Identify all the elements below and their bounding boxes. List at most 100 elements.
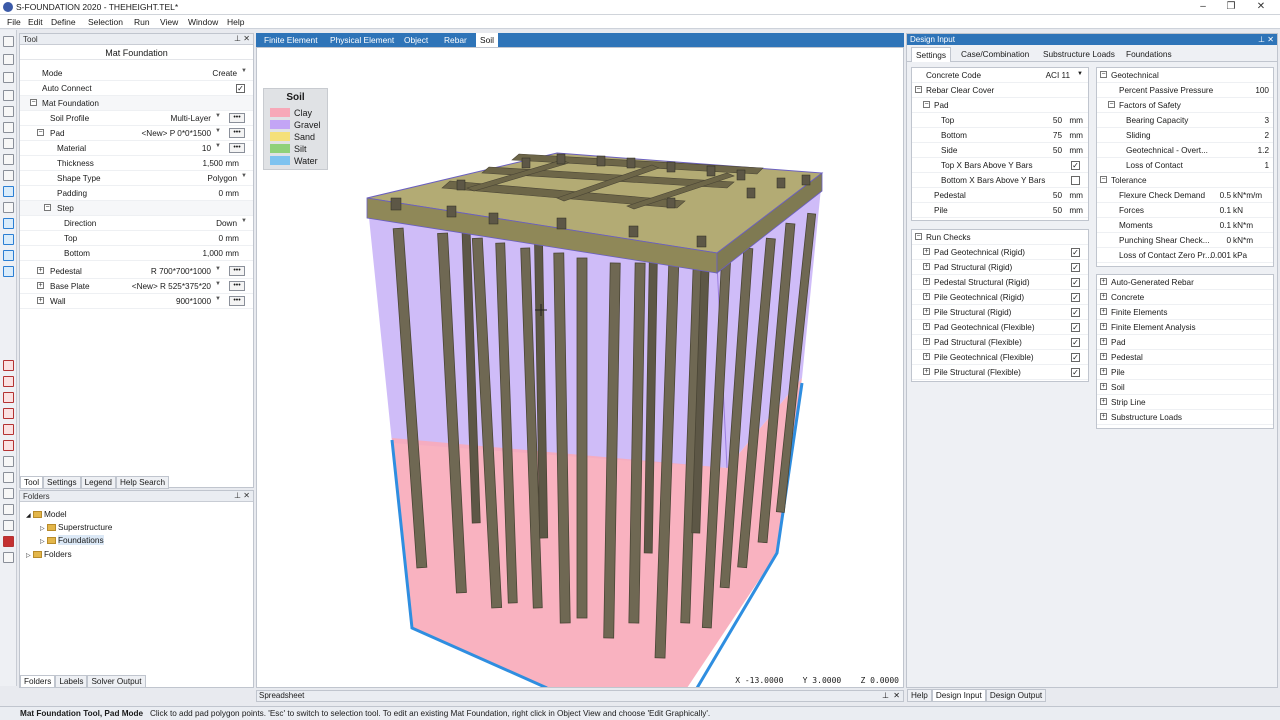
expand-icon[interactable]: + — [923, 323, 930, 330]
slab-icon[interactable] — [3, 138, 14, 149]
expand-triangle-icon[interactable]: ▷ — [26, 553, 31, 559]
water-icon[interactable] — [3, 266, 14, 277]
dropdown-arrow-icon[interactable]: ▼ — [215, 128, 221, 134]
measure-icon[interactable] — [3, 552, 14, 563]
pin-icon[interactable]: ⊥ — [882, 691, 889, 700]
tab-design-output[interactable]: Design Output — [985, 689, 1047, 702]
pan-icon[interactable] — [3, 54, 14, 65]
menu-window[interactable]: Window — [188, 17, 218, 27]
expand-icon[interactable]: + — [1100, 338, 1107, 345]
ellipsis-button[interactable]: ••• — [229, 281, 245, 291]
close-panel-icon[interactable]: ✕ — [893, 691, 900, 700]
group-finite-elements[interactable]: + Finite Elements — [1097, 305, 1273, 320]
group-pedestal[interactable]: + Pedestal — [1097, 350, 1273, 365]
ellipsis-button[interactable]: ••• — [229, 113, 245, 123]
group-strip-line[interactable]: + Strip Line — [1097, 395, 1273, 410]
dropdown-arrow-icon[interactable]: ▼ — [215, 113, 221, 119]
close-icon[interactable]: ✕ — [1254, 1, 1268, 12]
menu-file[interactable]: File — [7, 17, 21, 27]
expand-icon[interactable]: + — [923, 353, 930, 360]
run-check-checkbox[interactable]: ✓ — [1071, 293, 1080, 302]
tab-case-combination[interactable]: Case/Combination — [961, 49, 1029, 59]
iso-view-2-icon[interactable] — [3, 472, 14, 483]
tree-item-foundations[interactable]: ▷ Foundations — [40, 535, 104, 545]
collapse-icon[interactable]: − — [1100, 71, 1107, 78]
iso-view-3-icon[interactable] — [3, 488, 14, 499]
dropdown-arrow-icon[interactable]: ▼ — [241, 68, 247, 74]
run-check-checkbox[interactable]: ✓ — [1071, 278, 1080, 287]
expand-triangle-icon[interactable]: ▷ — [40, 526, 45, 532]
collapse-icon[interactable]: − — [1100, 176, 1107, 183]
view-side-icon[interactable] — [3, 408, 14, 419]
expand-icon[interactable]: + — [1100, 353, 1107, 360]
close-panel-icon[interactable]: ✕ — [243, 491, 250, 500]
minimize-icon[interactable]: – — [1196, 1, 1210, 12]
view-top-icon[interactable] — [3, 376, 14, 387]
beam-icon[interactable] — [3, 122, 14, 133]
collapse-icon[interactable]: − — [44, 204, 51, 211]
run-check-checkbox[interactable]: ✓ — [1071, 338, 1080, 347]
tab-rebar[interactable]: Rebar — [444, 35, 467, 45]
expand-icon[interactable]: + — [923, 338, 930, 345]
auto-connect-checkbox[interactable]: ✓ — [236, 84, 245, 93]
menu-run[interactable]: Run — [134, 17, 150, 27]
menu-define[interactable]: Define — [51, 17, 76, 27]
expand-icon[interactable]: + — [923, 368, 930, 375]
tab-object[interactable]: Object — [404, 35, 428, 45]
collapse-icon[interactable]: − — [923, 101, 930, 108]
wall-icon[interactable] — [3, 106, 14, 117]
dropdown-arrow-icon[interactable]: ▼ — [215, 143, 221, 149]
stop-icon[interactable] — [3, 536, 14, 547]
tab-folders[interactable]: Folders — [20, 675, 56, 688]
ellipsis-button[interactable]: ••• — [229, 128, 245, 138]
top-x-bars-checkbox[interactable]: ✓ — [1071, 161, 1080, 170]
expand-icon[interactable]: + — [1100, 308, 1107, 315]
dropdown-arrow-icon[interactable]: ▼ — [1077, 71, 1083, 77]
group-concrete[interactable]: + Concrete — [1097, 290, 1273, 305]
dropdown-arrow-icon[interactable]: ▼ — [215, 266, 221, 272]
group-soil[interactable]: + Soil — [1097, 380, 1273, 395]
tab-settings[interactable]: Settings — [43, 476, 81, 489]
menu-edit[interactable]: Edit — [28, 17, 43, 27]
rotate-icon[interactable] — [3, 72, 14, 83]
iso-view-4-icon[interactable] — [3, 504, 14, 515]
footing-icon[interactable] — [3, 154, 14, 165]
expand-icon[interactable]: + — [1100, 413, 1107, 420]
strip-icon[interactable] — [3, 170, 14, 181]
concrete-code-select[interactable]: ACI 11 — [1046, 71, 1070, 80]
tab-finite-element[interactable]: Finite Element — [264, 35, 318, 45]
expand-icon[interactable]: + — [1100, 278, 1107, 285]
dropdown-arrow-icon[interactable]: ▼ — [215, 281, 221, 287]
mat-foundation-icon[interactable] — [3, 186, 14, 197]
tab-solver-output[interactable]: Solver Output — [87, 675, 146, 688]
tab-labels[interactable]: Labels — [55, 675, 88, 688]
column-icon[interactable] — [3, 90, 14, 101]
bottom-x-bars-checkbox[interactable] — [1071, 176, 1080, 185]
collapse-triangle-icon[interactable]: ◢ — [26, 513, 31, 519]
close-panel-icon[interactable]: ✕ — [243, 34, 250, 43]
tab-soil[interactable]: Soil — [476, 33, 498, 47]
expand-icon[interactable]: + — [1100, 383, 1107, 390]
ellipsis-button[interactable]: ••• — [229, 143, 245, 153]
tab-substructure-loads[interactable]: Substructure Loads — [1043, 49, 1115, 59]
iso-view-icon[interactable] — [3, 456, 14, 467]
expand-icon[interactable]: + — [1100, 368, 1107, 375]
expand-icon[interactable]: + — [923, 308, 930, 315]
view-front-icon[interactable] — [3, 392, 14, 403]
collapse-icon[interactable]: − — [1108, 101, 1115, 108]
menu-selection[interactable]: Selection — [88, 17, 123, 27]
model-3d-render[interactable] — [257, 48, 904, 688]
collapse-icon[interactable]: − — [30, 99, 37, 106]
collapse-icon[interactable]: − — [915, 233, 922, 240]
zoom-icon[interactable] — [3, 520, 14, 531]
pin-icon[interactable]: ⊥ — [1258, 35, 1265, 44]
tab-help-search[interactable]: Help Search — [115, 476, 170, 489]
pile-icon[interactable] — [3, 202, 14, 213]
expand-icon[interactable]: + — [1100, 293, 1107, 300]
tree-item-folders[interactable]: ▷ Folders — [26, 549, 72, 559]
run-check-checkbox[interactable]: ✓ — [1071, 323, 1080, 332]
run-check-checkbox[interactable]: ✓ — [1071, 308, 1080, 317]
view-bottom-icon[interactable] — [3, 440, 14, 451]
menu-view[interactable]: View — [160, 17, 178, 27]
tab-design-input[interactable]: Design Input — [931, 689, 986, 702]
